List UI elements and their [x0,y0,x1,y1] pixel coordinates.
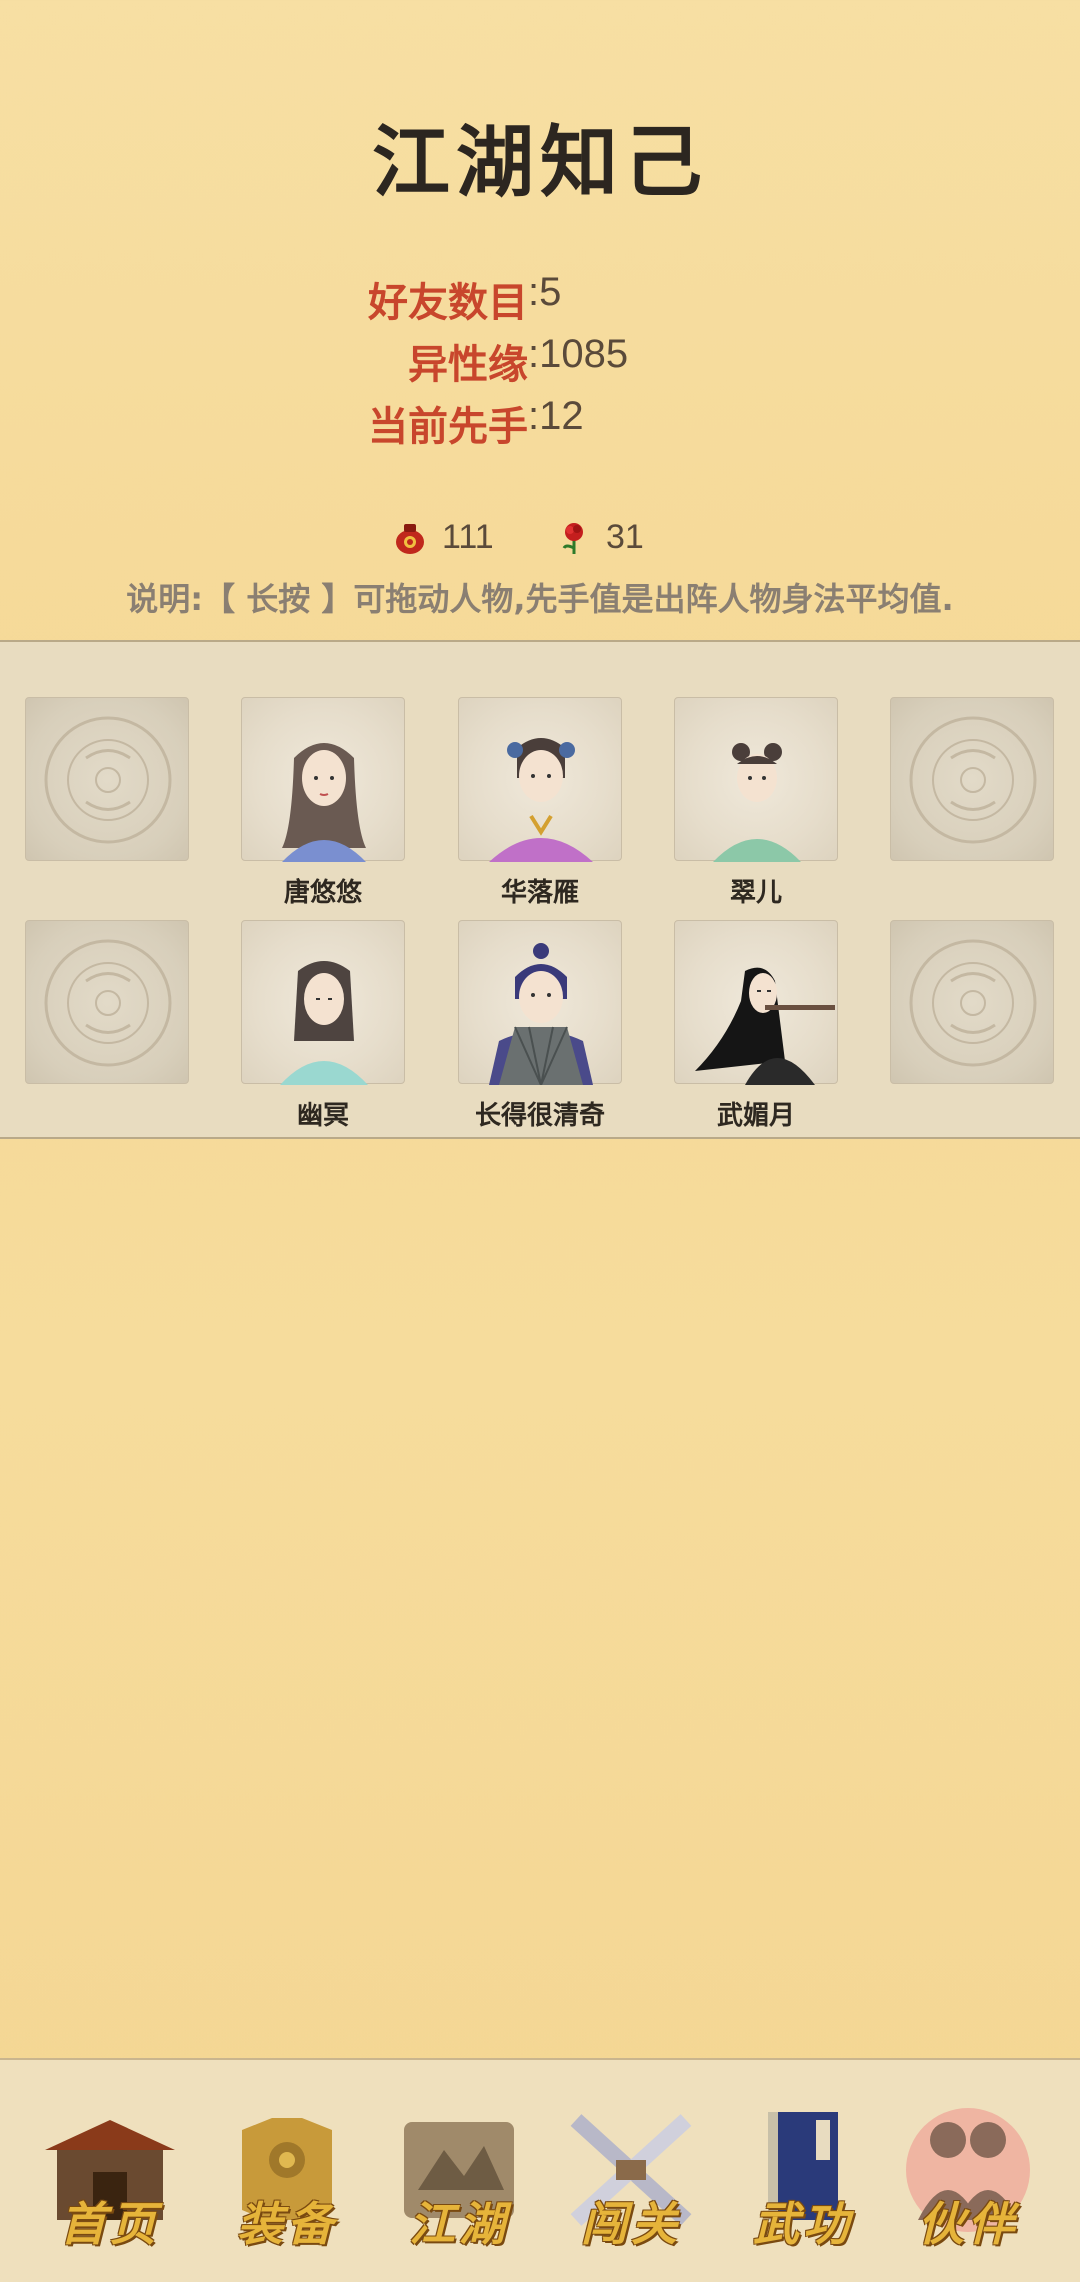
nav-label: 装备 [237,2197,337,2251]
stat-value: :12 [528,394,584,438]
empty-slot[interactable] [890,920,1054,1084]
nav-challenge[interactable]: 闯关 [556,2100,706,2251]
resource-bar: 111 31 [0,516,1080,566]
nav-label: 武功 [753,2197,853,2251]
character-name: 幽冥 [296,1101,349,1131]
nav-label: 闯关 [581,2197,681,2251]
character-name: 华落雁 [500,878,579,908]
character-portrait [489,943,593,1085]
empty-seal-icon [44,716,172,844]
character-card-hua-luoyan[interactable] [458,697,622,862]
rose-count: 31 [606,518,644,556]
bottom-nav: 首页 装备 江湖 闯关 武功 伙伴 [0,2058,1080,2282]
character-name: 长得很清奇 [474,1101,605,1131]
nav-partners[interactable]: 伙伴 [893,2100,1043,2251]
wine-jar-icon [396,524,424,554]
character-name: 唐悠悠 [283,878,362,908]
character-name: 翠儿 [729,878,782,908]
nav-jianghu[interactable]: 江湖 [384,2100,534,2251]
stat-value: :1085 [528,332,629,376]
character-card-youming[interactable] [241,920,405,1085]
nav-label: 伙伴 [918,2197,1018,2251]
character-portrait [280,961,368,1085]
nav-home[interactable]: 首页 [35,2100,185,2251]
empty-seal-icon [44,939,172,1067]
character-portrait [695,967,835,1085]
character-portrait [282,743,366,862]
nav-equipment[interactable]: 装备 [212,2100,362,2251]
nav-martial-arts[interactable]: 武功 [728,2100,878,2251]
wine-count: 111 [442,518,494,556]
character-grid: 唐悠悠 华落雁 翠儿 幽冥 长得很清奇 武媚月 [0,640,1080,1139]
empty-slot[interactable] [890,697,1054,861]
empty-slot[interactable] [25,697,189,861]
stat-initiative: 当前先手 :12 [0,394,1080,454]
rose-icon [562,523,583,554]
empty-slot[interactable] [25,920,189,1084]
empty-seal-icon [909,716,1037,844]
character-card-wu-meiyue[interactable] [674,920,838,1085]
stat-label: 异性缘 [408,342,528,388]
page-title: 江湖知己 [371,118,708,208]
nav-label: 江湖 [409,2197,509,2251]
stat-label: 当前先手 [368,404,528,450]
instruction-note: 说明:【 长按 】可拖动人物,先手值是出阵人物身法平均值. [126,580,954,618]
empty-seal-icon [909,939,1037,1067]
character-card-cuier[interactable] [674,697,838,862]
stat-value: :5 [528,270,562,314]
character-name: 武媚月 [716,1101,795,1131]
stat-friend-count: 好友数目 :5 [0,270,1080,330]
character-card-zhangde-henqingqi[interactable] [458,920,622,1085]
stat-label: 好友数目 [368,280,528,326]
stat-charm: 异性缘 :1085 [0,332,1080,392]
character-portrait [489,738,593,862]
character-portrait [713,743,801,862]
nav-label: 首页 [60,2197,160,2251]
character-card-tang-youyou[interactable] [241,697,405,862]
